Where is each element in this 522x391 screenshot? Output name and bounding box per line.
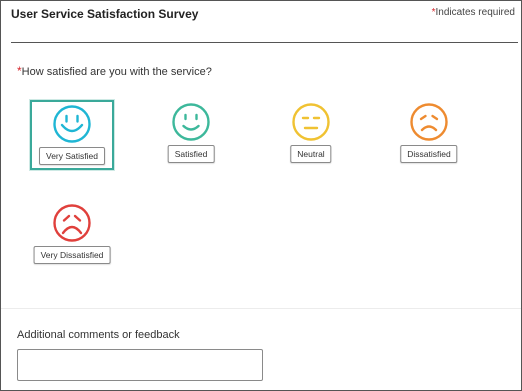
option-label: Neutral: [290, 145, 332, 163]
comments-label: Additional comments or feedback: [17, 329, 180, 341]
question-text: How satisfied are you with the service?: [21, 66, 212, 78]
option-neutral[interactable]: Neutral: [269, 100, 353, 170]
required-note: *Indicates required: [432, 7, 515, 18]
very-dissatisfied-face-icon: [52, 203, 92, 243]
option-very-satisfied[interactable]: Very Satisfied: [30, 100, 114, 170]
satisfied-face-icon: [171, 102, 211, 142]
section-divider: [1, 308, 521, 309]
very-satisfied-face-icon: [52, 104, 92, 144]
survey-frame: User Service Satisfaction Survey *Indica…: [0, 0, 522, 391]
option-satisfied[interactable]: Satisfied: [149, 100, 233, 170]
option-label: Dissatisfied: [400, 145, 458, 163]
neutral-face-icon: [291, 102, 331, 142]
dissatisfied-face-icon: [409, 102, 449, 142]
header-divider: [11, 42, 518, 43]
question-label: *How satisfied are you with the service?: [17, 64, 212, 78]
option-label: Satisfied: [167, 145, 215, 163]
survey-title: User Service Satisfaction Survey: [11, 7, 199, 21]
option-label: Very Dissatisfied: [33, 246, 111, 264]
comments-field[interactable]: [17, 349, 263, 381]
option-very-dissatisfied[interactable]: Very Dissatisfied: [30, 201, 114, 271]
option-label: Very Satisfied: [39, 147, 105, 165]
option-dissatisfied[interactable]: Dissatisfied: [387, 100, 471, 170]
required-note-text: Indicates required: [435, 7, 516, 18]
